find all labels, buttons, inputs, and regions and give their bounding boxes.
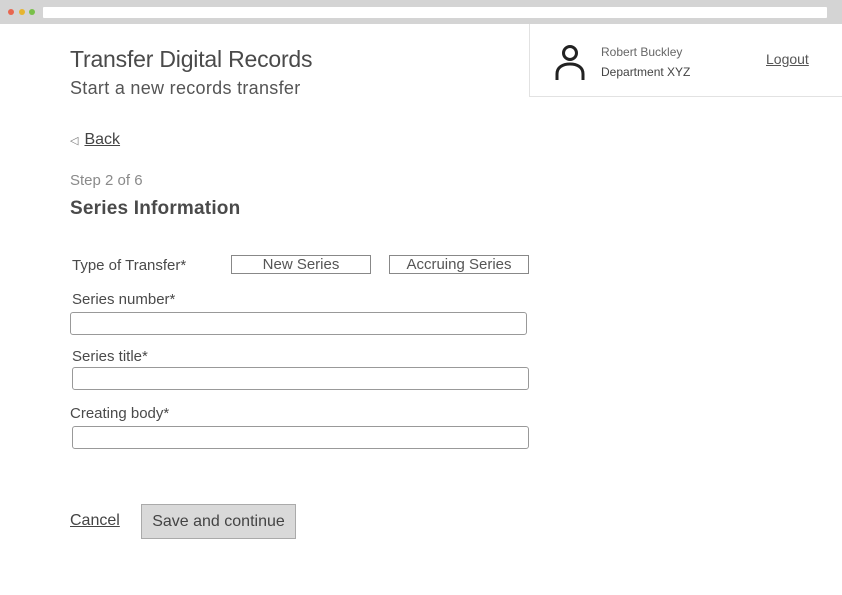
back-link-label: Back — [84, 131, 121, 148]
new-series-button[interactable]: New Series — [231, 255, 371, 274]
creating-body-input[interactable] — [72, 426, 529, 449]
window-maximize-dot[interactable] — [29, 9, 35, 15]
step-indicator: Step 2 of 6 — [70, 172, 143, 189]
series-title-label: Series title* — [72, 348, 148, 365]
page-title: Transfer Digital Records — [70, 46, 313, 72]
browser-toolbar — [0, 0, 842, 24]
user-name: Robert Buckley — [601, 45, 683, 59]
transfer-type-label: Type of Transfer* — [72, 257, 187, 274]
series-number-label: Series number* — [72, 291, 176, 308]
window-minimize-dot[interactable] — [19, 9, 25, 15]
triangle-left-icon: ◁ — [70, 134, 79, 147]
series-title-input[interactable] — [72, 367, 529, 390]
series-number-input[interactable] — [70, 312, 527, 335]
accruing-series-button[interactable]: Accruing Series — [389, 255, 529, 274]
window-close-dot[interactable] — [8, 9, 14, 15]
page-subtitle: Start a new records transfer — [70, 78, 301, 98]
section-title: Series Information — [70, 198, 241, 219]
user-icon — [554, 44, 586, 82]
save-and-continue-button[interactable]: Save and continue — [141, 504, 296, 539]
creating-body-label: Creating body* — [70, 405, 170, 422]
user-panel: Robert Buckley Department XYZ Logout — [529, 24, 842, 97]
back-link[interactable]: ◁ Back — [70, 131, 120, 149]
address-bar[interactable] — [43, 7, 827, 18]
user-department: Department XYZ — [601, 65, 691, 79]
logout-link[interactable]: Logout — [766, 51, 809, 67]
cancel-link[interactable]: Cancel — [70, 512, 120, 530]
